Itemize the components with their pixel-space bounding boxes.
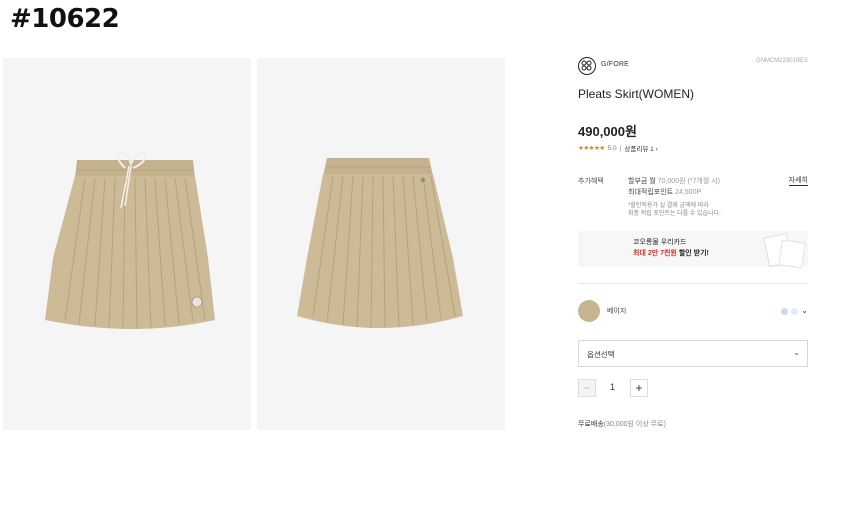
quantity-increase-button[interactable]: + [630,379,648,397]
color-swatch-beige[interactable] [578,300,600,322]
rating-value: 5.0 [607,144,617,152]
product-info-panel: G/FORE GNMCM23301BEX Pleats Skirt(WOMEN)… [578,56,808,429]
product-code: GNMCM23301BEX [755,58,808,64]
color-dots [781,308,798,315]
page-tag: #10622 [10,4,120,34]
card-back-icon [778,239,806,269]
brand-row: G/FORE GNMCM23301BEX [578,56,808,78]
chevron-down-icon: ⌄ [793,348,800,357]
skirt-front-image[interactable] [3,58,251,430]
banner-line-2: 최대 2만 7천원 할인 받기! [633,248,709,259]
installment-amount: 70,000원 (*7개월 시) [657,178,721,185]
card-promo-banner[interactable]: 코오롱몰 우리카드 최대 2만 7천원 할인 받기! [578,231,808,269]
rating-stars-icon: ★★★★★ [578,145,605,152]
shipping-main: 무료배송 [578,421,604,428]
color-selector[interactable]: 베이지 ⌄ [578,294,808,334]
benefit-note-1: *할인적용가 실 결제 금액에 따라 [628,203,709,209]
option-select-label: 옵션선택 [587,350,615,359]
quantity-decrease-button[interactable]: − [578,379,596,397]
product-title: Pleats Skirt(WOMEN) [578,87,695,101]
banner-line-1: 코오롱몰 우리카드 [633,239,687,246]
shipping-detail: (30,000원 이상 무료) [603,421,666,428]
points-label: 최대적립포인트 [628,189,674,196]
brand-name[interactable]: G/FORE [601,61,629,68]
divider [578,283,808,284]
rating-row: ★★★★★ 5.0 | 상품리뷰 1 › [578,143,658,154]
skirt-back-image[interactable] [257,58,505,430]
product-price: 490,000원 [578,124,637,139]
benefit-notes: *할인적용가 실 결제 금액에 따라 최종 적립 포인트는 다를 수 있습니다. [628,202,721,218]
gfore-logo-icon[interactable] [578,57,596,75]
installment-label: 할부금 월 [628,178,656,185]
skirt-back-illustration [297,158,463,329]
skirt-front-illustration [45,151,215,330]
shipping-info: 무료배송(30,000원 이상 무료) [578,419,808,429]
color-dot-2[interactable] [791,308,798,315]
benefit-note-2: 최종 적립 포인트는 다를 수 있습니다. [628,211,721,217]
banner-discount: 최대 2만 7천원 [633,250,677,257]
color-dot-1[interactable] [781,308,788,315]
benefit-label: 추가혜택 [578,178,604,185]
banner-text: 코오롱몰 우리카드 최대 2만 7천원 할인 받기! [633,237,709,259]
review-link[interactable]: 상품리뷰 1 › [624,143,657,153]
quantity-value: 1 [610,382,616,392]
banner-cta: 할인 받기! [678,250,709,257]
points-amount: 24,500P [675,189,702,196]
benefit-section: 추가혜택 할부금 월 70,000원 (*7개월 시) 최대적립포인트 24,5… [578,171,808,221]
benefit-detail: 할부금 월 70,000원 (*7개월 시) 최대적립포인트 24,500P [628,176,720,198]
chevron-down-icon[interactable]: ⌄ [801,306,808,315]
option-select[interactable]: 옵션선택 ⌄ [578,340,808,367]
benefit-detail-link[interactable]: 자세히 [788,176,808,186]
quantity-stepper: − 1 + [578,379,808,399]
color-name: 베이지 [607,308,627,315]
